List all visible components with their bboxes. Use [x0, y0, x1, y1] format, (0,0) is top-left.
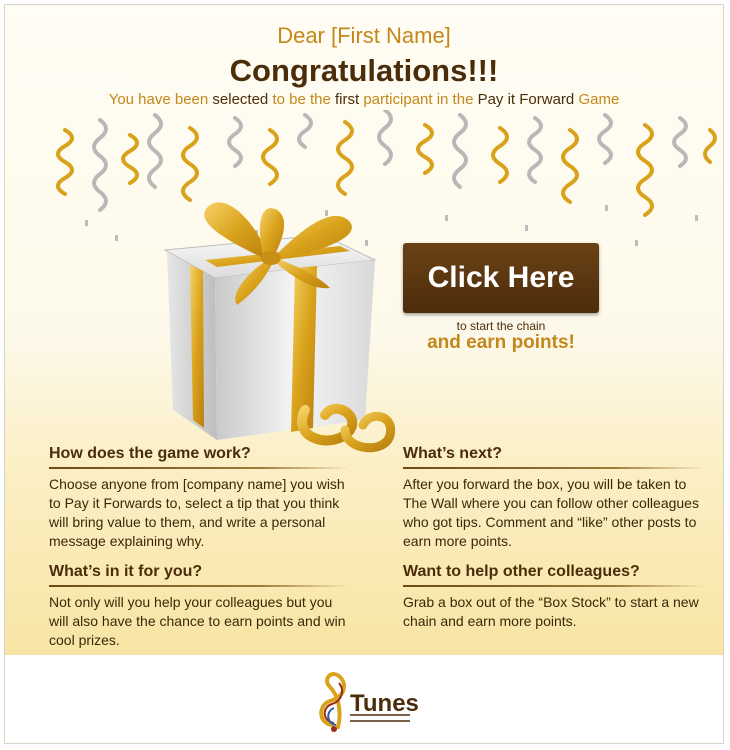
section-heading: What’s in it for you?: [49, 563, 349, 587]
section-body: Choose anyone from [company name] you wi…: [49, 476, 345, 549]
cta-emphasis: and earn points!: [427, 332, 575, 353]
section-help-colleagues: Want to help other colleagues? Grab a bo…: [403, 563, 703, 631]
section-whats-next: What’s next? After you forward the box, …: [403, 445, 703, 551]
section-how-it-works: How does the game work? Choose anyone fr…: [49, 445, 349, 551]
click-here-button[interactable]: Click Here: [403, 243, 599, 313]
section-heading: Want to help other colleagues?: [403, 563, 703, 587]
tunes-logo: Tunes: [319, 672, 419, 732]
section-heading: How does the game work?: [49, 445, 349, 469]
logo-text: Tunes: [350, 690, 419, 717]
section-body: Not only will you help your colleagues b…: [49, 594, 346, 648]
section-heading: What’s next?: [403, 445, 703, 469]
page-title: Congratulations!!!: [229, 53, 499, 88]
cta-note: to start the chain: [456, 319, 546, 333]
gift-illustration: [56, 110, 717, 453]
section-body: Grab a box out of the “Box Stock” to sta…: [403, 594, 699, 629]
section-body: After you forward the box, you will be t…: [403, 476, 699, 549]
greeting: Dear [First Name]: [277, 23, 451, 48]
footer: Tunes: [5, 655, 723, 743]
email-card: Dear [First Name] Congratulations!!! You…: [4, 4, 724, 744]
section-whats-in-it: What’s in it for you? Not only will you …: [49, 563, 349, 650]
subtitle: You have been selected to be the first p…: [108, 91, 620, 108]
